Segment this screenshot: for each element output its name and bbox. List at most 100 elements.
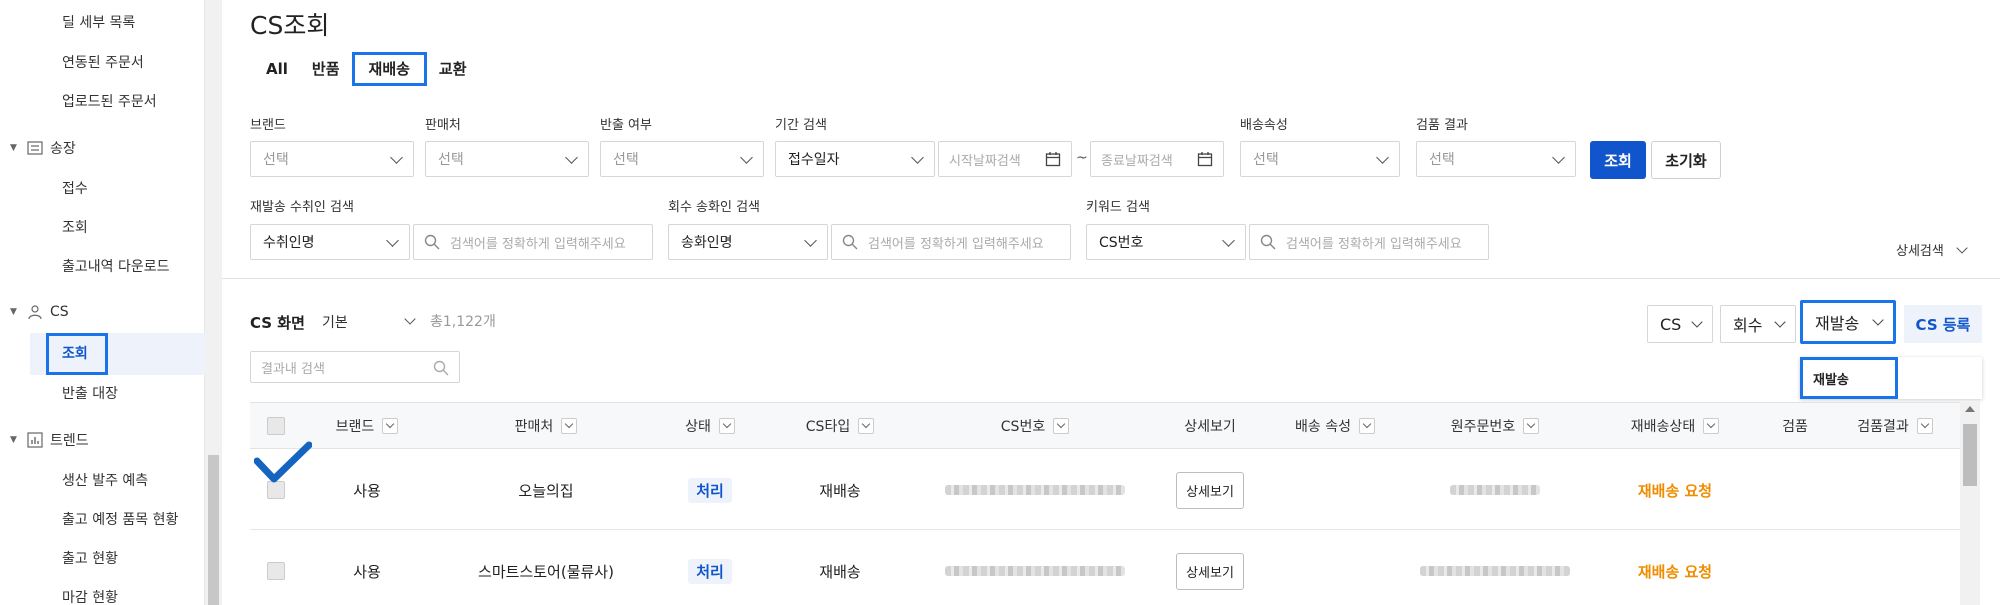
sidebar-item-release-ledger[interactable]: 반출 대장 bbox=[62, 383, 118, 403]
tab-return[interactable]: 반품 bbox=[300, 52, 352, 86]
column-header-status[interactable]: 상태 bbox=[660, 403, 760, 449]
table-row[interactable]: 사용 스마트스토어(물류사) 처리 재배송 상세보기 재배송 요청 bbox=[250, 531, 1960, 605]
table-scrollbar[interactable] bbox=[1960, 402, 1980, 605]
release-select[interactable]: 선택 bbox=[600, 141, 764, 177]
sidebar-item-uploaded-orders[interactable]: 업로드된 주문서 bbox=[62, 91, 157, 111]
chevron-down-icon bbox=[1053, 418, 1070, 434]
cell-original-order bbox=[1400, 450, 1590, 530]
sidebar-group-invoice[interactable]: ▼ 송장 bbox=[10, 138, 76, 158]
keyword-type-select[interactable]: CS번호 bbox=[1086, 224, 1246, 260]
column-header-seller[interactable]: 판매처 bbox=[432, 403, 660, 449]
return-sender-type-value: 송화인명 bbox=[681, 235, 733, 251]
sidebar-item-invoice-search[interactable]: 조회 bbox=[62, 217, 88, 237]
reship-receiver-search-input[interactable]: 검색어를 정확하게 입력해주세요 bbox=[413, 224, 653, 260]
sidebar-group-label: 송장 bbox=[50, 141, 76, 157]
start-date-input[interactable]: 시작날짜검색 bbox=[938, 141, 1072, 177]
result-search-input[interactable]: 결과내 검색 bbox=[250, 351, 460, 383]
tab-all[interactable]: All bbox=[250, 52, 300, 86]
reship-filter-select[interactable]: 재발송 bbox=[1800, 300, 1896, 344]
sidebar-item-shipment-status[interactable]: 출고 현황 bbox=[62, 548, 118, 568]
column-header-reship-status[interactable]: 재배송상태 bbox=[1590, 403, 1760, 449]
calendar-icon[interactable] bbox=[1045, 151, 1061, 167]
table-row[interactable]: 사용 오늘의집 처리 재배송 상세보기 재배송 요청 bbox=[250, 450, 1960, 530]
column-header-label: CS번호 bbox=[1000, 419, 1046, 435]
caret-down-icon: ▼ bbox=[10, 143, 17, 153]
detail-view-button[interactable]: 상세보기 bbox=[1176, 552, 1244, 590]
chevron-down-icon bbox=[1774, 316, 1786, 328]
user-icon bbox=[26, 304, 44, 320]
column-header-label: 배송 속성 bbox=[1295, 419, 1351, 435]
period-label: 기간 검색 bbox=[775, 118, 827, 133]
sidebar-item-expected-shipment[interactable]: 출고 예정 품목 현황 bbox=[62, 509, 178, 529]
sidebar-scrollbar-thumb[interactable] bbox=[208, 455, 219, 605]
calendar-icon[interactable] bbox=[1197, 151, 1213, 167]
cs-filter-value: CS bbox=[1660, 314, 1682, 334]
column-header-cs-number[interactable]: CS번호 bbox=[920, 403, 1150, 449]
chevron-down-icon bbox=[718, 418, 735, 434]
end-date-placeholder: 종료날짜검색 bbox=[1101, 153, 1173, 169]
sidebar-group-cs[interactable]: ▼ CS bbox=[10, 304, 69, 320]
view-mode-select[interactable]: 기본 bbox=[322, 312, 416, 332]
sidebar-item-production-forecast[interactable]: 생산 발주 예측 bbox=[62, 470, 148, 490]
search-icon[interactable] bbox=[433, 360, 449, 376]
seller-select[interactable]: 선택 bbox=[425, 141, 589, 177]
column-header-cs-type[interactable]: CS타입 bbox=[760, 403, 920, 449]
sidebar-item-deal-detail[interactable]: 딜 세부 목록 bbox=[62, 12, 135, 32]
reset-button[interactable]: 초기화 bbox=[1651, 141, 1721, 179]
column-header-original-order[interactable]: 원주문번호 bbox=[1400, 403, 1590, 449]
row-checkbox[interactable] bbox=[267, 562, 285, 580]
cell-reship-status: 재배송 요청 bbox=[1590, 531, 1760, 605]
sidebar: 딜 세부 목록 연동된 주문서 업로드된 주문서 ▼ 송장 접수 조회 출고내역… bbox=[0, 0, 205, 605]
keyword-search-input[interactable]: 검색어를 정확하게 입력해주세요 bbox=[1249, 224, 1489, 260]
column-header-ship-attr[interactable]: 배송 속성 bbox=[1270, 403, 1400, 449]
total-count: 총1,122개 bbox=[430, 314, 496, 330]
inspect-select[interactable]: 선택 bbox=[1416, 141, 1576, 177]
ship-attr-select[interactable]: 선택 bbox=[1240, 141, 1400, 177]
detail-search-toggle[interactable]: 상세검색 bbox=[1896, 240, 1968, 259]
return-filter-select[interactable]: 회수 bbox=[1720, 305, 1796, 343]
column-header-inspect: 검품 bbox=[1760, 403, 1830, 449]
tab-reship[interactable]: 재배송 bbox=[351, 52, 427, 86]
page-title: CS조회 bbox=[250, 11, 330, 40]
detail-view-button[interactable]: 상세보기 bbox=[1176, 471, 1244, 509]
release-select-value: 선택 bbox=[613, 152, 639, 168]
cell-ship-attr bbox=[1270, 531, 1400, 605]
sidebar-item-receive[interactable]: 접수 bbox=[62, 178, 88, 198]
end-date-input[interactable]: 종료날짜검색 bbox=[1090, 141, 1224, 177]
reship-dropdown-menu: 재발송 bbox=[1800, 357, 1982, 399]
tab-exchange[interactable]: 교환 bbox=[427, 52, 479, 86]
status-badge: 처리 bbox=[688, 477, 732, 503]
search-button[interactable]: 조회 bbox=[1590, 141, 1646, 179]
cs-register-button[interactable]: CS 등록 bbox=[1904, 305, 1982, 343]
chevron-down-icon bbox=[911, 151, 924, 164]
column-header-brand[interactable]: 브랜드 bbox=[302, 403, 432, 449]
sidebar-scrollbar[interactable] bbox=[205, 0, 222, 605]
chevron-down-icon bbox=[1376, 151, 1389, 164]
sidebar-item-linked-orders[interactable]: 연동된 주문서 bbox=[62, 52, 144, 72]
section-divider bbox=[222, 278, 2000, 279]
return-sender-type-select[interactable]: 송화인명 bbox=[668, 224, 828, 260]
select-all-checkbox[interactable] bbox=[267, 417, 285, 435]
reship-receiver-type-select[interactable]: 수취인명 bbox=[250, 224, 410, 260]
chevron-down-icon bbox=[1691, 316, 1703, 328]
return-sender-placeholder: 검색어를 정확하게 입력해주세요 bbox=[868, 236, 1044, 252]
sidebar-group-label: CS bbox=[50, 304, 69, 320]
chart-icon bbox=[26, 432, 44, 448]
redacted-original-order bbox=[1450, 485, 1540, 495]
caret-down-icon: ▼ bbox=[10, 307, 17, 317]
return-sender-search-input[interactable]: 검색어를 정확하게 입력해주세요 bbox=[831, 224, 1071, 260]
sidebar-group-trend[interactable]: ▼ 트렌드 bbox=[10, 430, 89, 450]
cs-filter-select[interactable]: CS bbox=[1647, 305, 1713, 343]
status-badge: 처리 bbox=[688, 558, 732, 584]
reship-receiver-placeholder: 검색어를 정확하게 입력해주세요 bbox=[450, 236, 626, 252]
brand-select[interactable]: 선택 bbox=[250, 141, 414, 177]
column-header-inspect-result[interactable]: 검품결과 bbox=[1830, 403, 1960, 449]
dropdown-option-reship[interactable]: 재발송 bbox=[1800, 357, 1898, 399]
table-scrollbar-thumb[interactable] bbox=[1963, 424, 1977, 486]
sidebar-item-closing-status[interactable]: 마감 현황 bbox=[62, 587, 118, 605]
sidebar-item-shipment-download[interactable]: 출고내역 다운로드 bbox=[62, 256, 170, 276]
sidebar-item-cs-search[interactable]: 조회 bbox=[62, 343, 88, 363]
scroll-up-arrow-icon[interactable] bbox=[1965, 406, 1975, 412]
chevron-down-icon bbox=[390, 151, 403, 164]
period-type-select[interactable]: 접수일자 bbox=[775, 141, 935, 177]
